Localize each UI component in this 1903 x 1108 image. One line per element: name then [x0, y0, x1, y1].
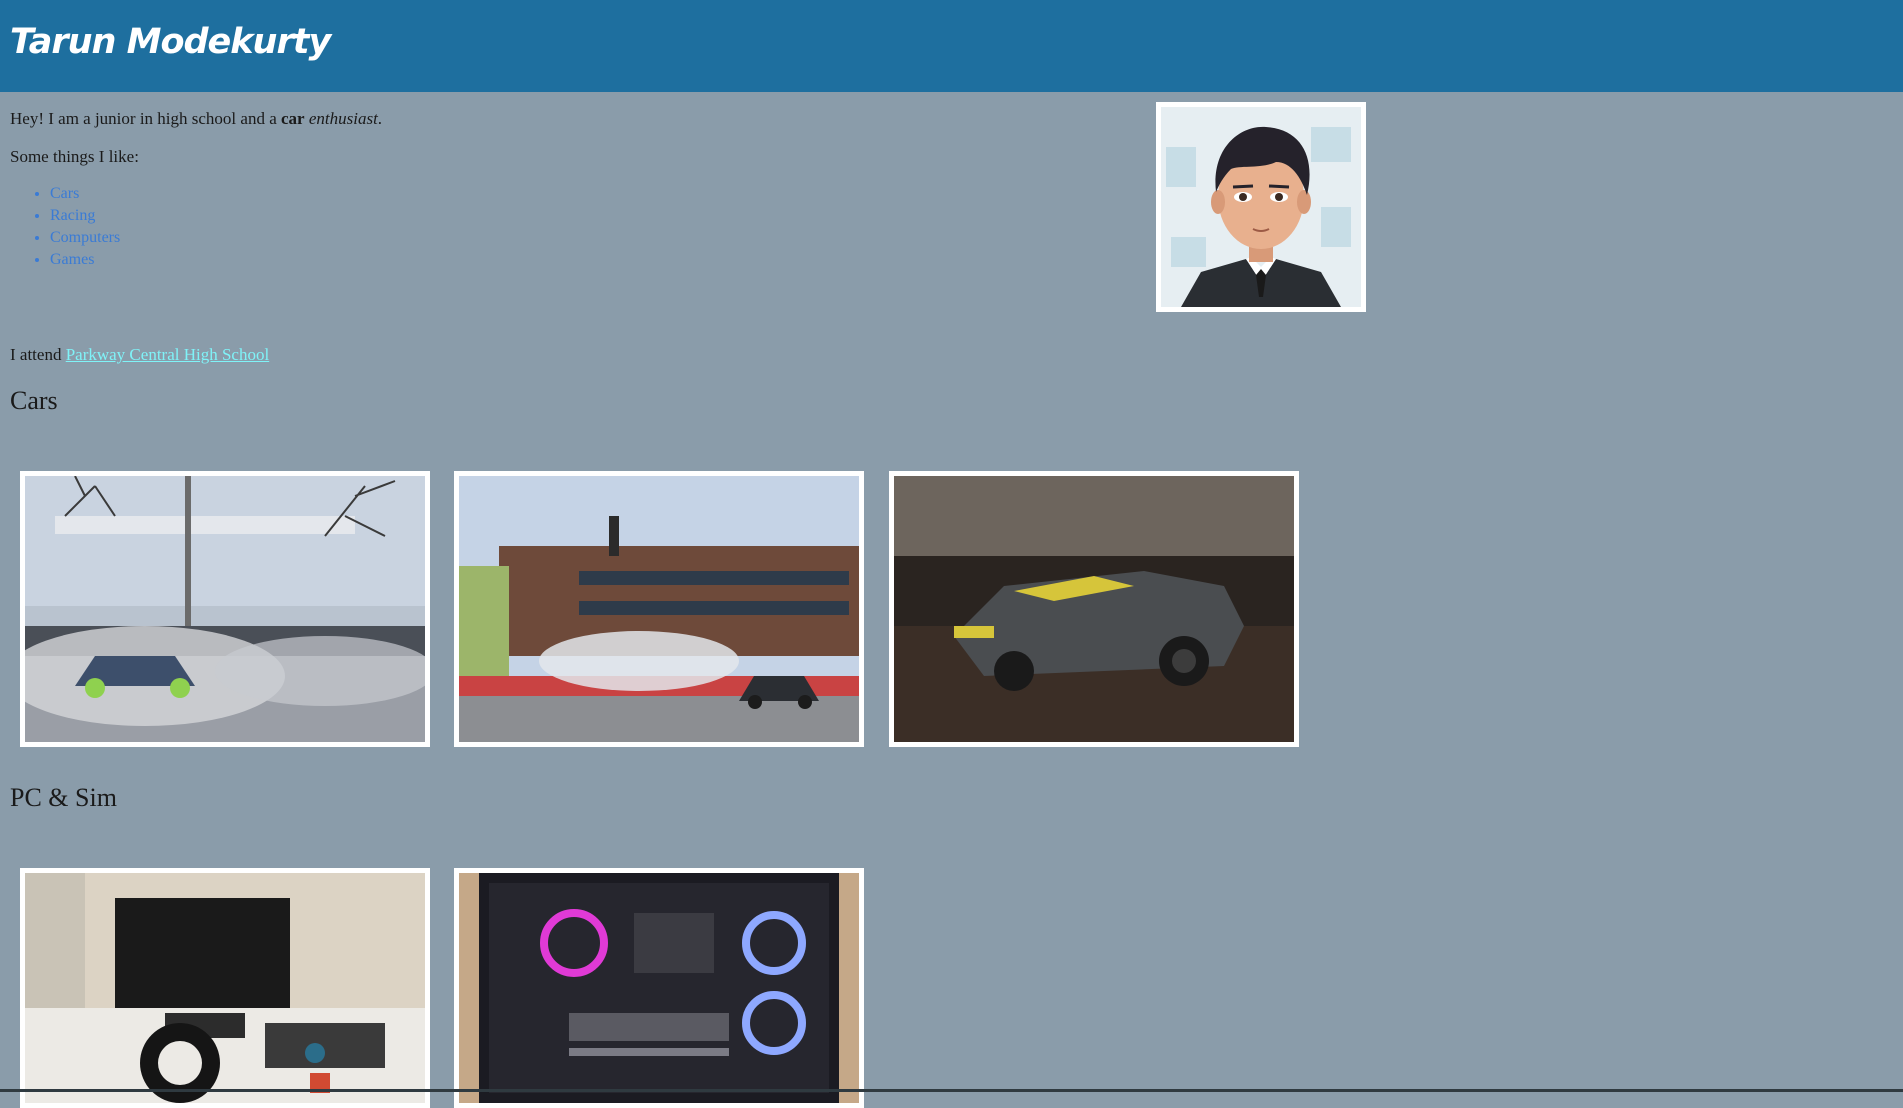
- like-item-racing[interactable]: Racing: [50, 205, 120, 227]
- intro-prefix: Hey! I am a junior in high school and a: [10, 109, 281, 128]
- avatar-image: [1161, 107, 1361, 307]
- school-prefix: I attend: [10, 345, 66, 364]
- pc-sim-heading: PC & Sim: [10, 783, 117, 812]
- car-photo-lego-image: [894, 476, 1294, 742]
- car-photo-drift-2-image: [459, 476, 859, 742]
- car-photo-drift-1: [5, 471, 435, 747]
- school-line: I attend Parkway Central High School: [10, 345, 269, 365]
- school-link[interactable]: Parkway Central High School: [66, 345, 270, 364]
- like-item-cars[interactable]: Cars: [50, 183, 120, 205]
- car-photo-drift-1-image: [5, 475, 435, 742]
- likes-list: Cars Racing Computers Games: [30, 183, 120, 271]
- intro-text: Hey! I am a junior in high school and a …: [10, 109, 382, 129]
- like-item-computers[interactable]: Computers: [50, 227, 120, 249]
- sim-setup-photo: [20, 868, 430, 1108]
- sim-setup-photo-image: [25, 873, 425, 1103]
- site-title: Tarun Modekurty: [10, 22, 331, 62]
- pc-build-photo-image: [459, 873, 859, 1103]
- likes-label: Some things I like:: [10, 147, 139, 166]
- like-item-games[interactable]: Games: [50, 249, 120, 271]
- intro-suffix: .: [377, 109, 383, 128]
- site-header: Tarun Modekurty: [0, 0, 1903, 92]
- car-photo-drift-2: [454, 471, 864, 747]
- avatar: [1156, 102, 1366, 312]
- cars-heading: Cars: [10, 386, 58, 415]
- intro-italic-word: enthusiast: [308, 109, 378, 128]
- pc-build-photo: [454, 868, 864, 1108]
- car-photo-lego: [889, 471, 1299, 747]
- intro-bold-word: car: [281, 109, 305, 128]
